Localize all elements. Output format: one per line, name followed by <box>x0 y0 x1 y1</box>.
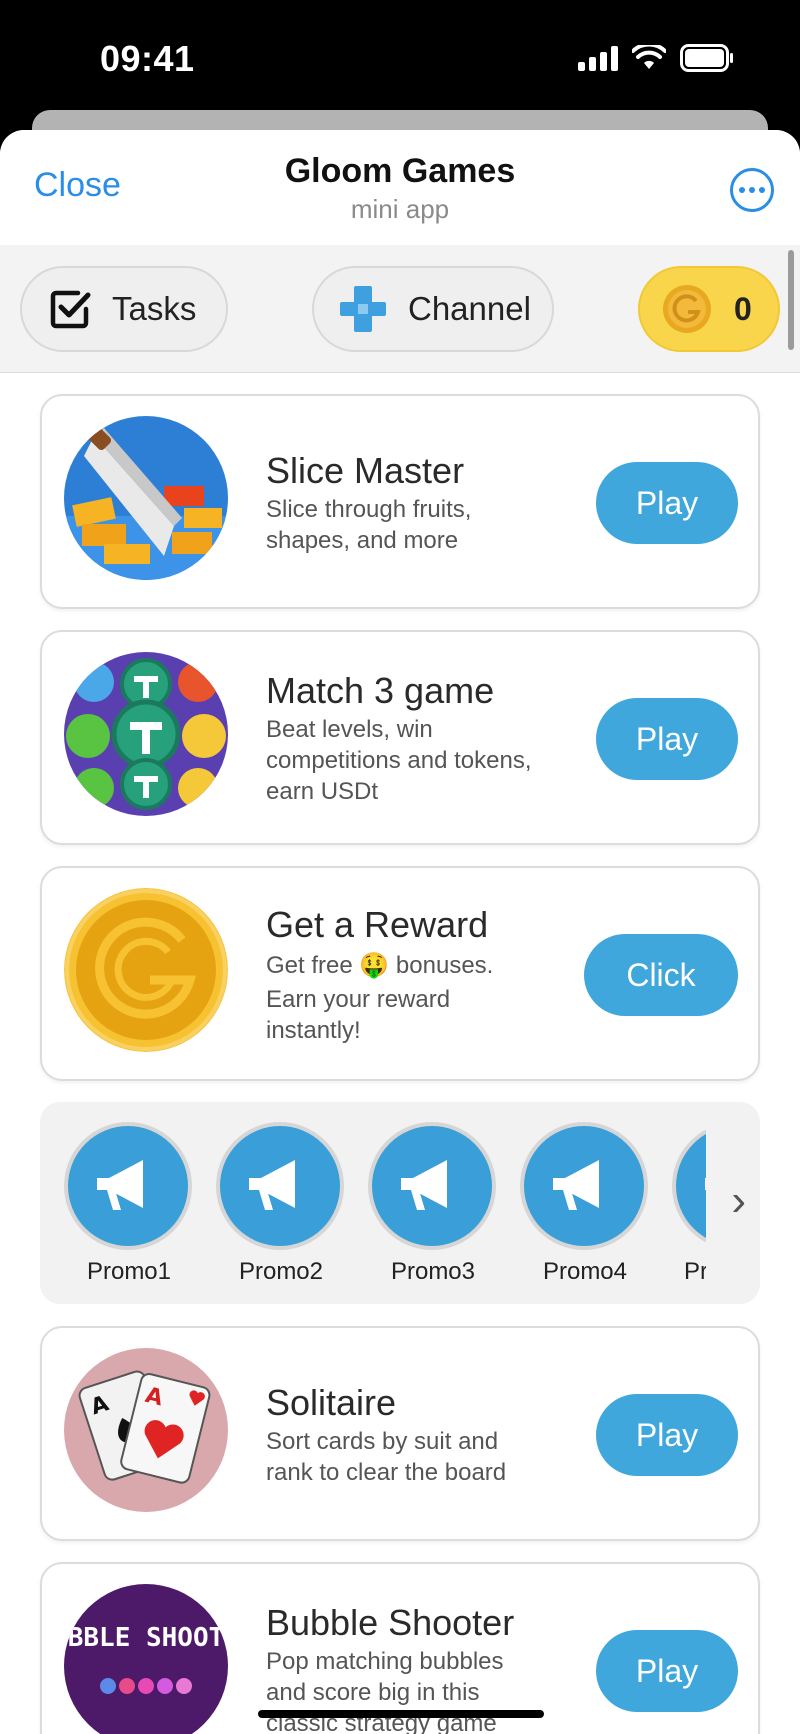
reward-card: Get a Reward Get free 🤑 bonuses. Earn yo… <box>40 866 760 1081</box>
battery-icon <box>680 44 733 72</box>
promo-item[interactable]: Promo4 <box>520 1122 650 1286</box>
promo-label: Promo4 <box>542 1258 628 1285</box>
game-description: Beat levels, win competitions and tokens… <box>266 716 532 805</box>
promo-label: Promo2 <box>238 1258 324 1285</box>
app-title: Gloom Games <box>284 152 516 190</box>
game-title: Solitaire <box>266 1382 397 1423</box>
promo-label: Promo5 <box>684 1258 706 1285</box>
megaphone-icon <box>216 1122 344 1250</box>
cellular-signal-icon <box>578 45 618 71</box>
app-header: Close Gloom Games mini app <box>0 130 800 245</box>
promo-item[interactable]: Promo1 <box>64 1122 194 1286</box>
app-subtitle: mini app <box>350 194 450 224</box>
coin-balance-button[interactable]: 0 <box>638 266 780 352</box>
play-button[interactable]: Play <box>596 1630 738 1712</box>
reward-title: Get a Reward <box>266 904 489 945</box>
status-bar: 09:41 <box>0 0 800 110</box>
mini-app-sheet: Close Gloom Games mini app Tasks Channel… <box>0 130 800 1734</box>
channel-button[interactable]: Channel <box>312 266 554 352</box>
checkbox-icon <box>50 290 91 329</box>
click-button[interactable]: Click <box>584 934 738 1016</box>
status-icons <box>578 44 734 72</box>
chevron-right-icon[interactable]: › <box>731 1176 746 1226</box>
game-description: Pop matching bubbles and score big in th… <box>266 1648 504 1734</box>
gold-coin-icon <box>663 285 711 333</box>
game-card-slice-master: Slice Master Slice through fruits, shape… <box>40 394 760 609</box>
bubble-shooter-logo-text: BUBBLE SHOOTER <box>64 1623 228 1653</box>
game-description: Slice through fruits, shapes, and more <box>266 496 472 554</box>
wifi-icon <box>632 45 666 69</box>
gold-coin-image <box>64 888 228 1052</box>
more-options-button[interactable] <box>730 168 774 212</box>
game-description: Sort cards by suit and rank to clear the… <box>266 1428 507 1486</box>
game-card-solitaire: A A Solitaire Sort cards by suit and ran… <box>40 1326 760 1541</box>
promo-label: Promo1 <box>86 1258 172 1285</box>
match-3-image <box>64 652 228 816</box>
dpad-icon <box>340 286 386 332</box>
megaphone-icon <box>672 1122 706 1250</box>
game-card-bubble-shooter: BUBBLE SHOOTER Bubble Shooter Pop matchi… <box>40 1562 760 1734</box>
channel-label: Channel <box>408 290 531 327</box>
promo-item[interactable]: Promo2 <box>216 1122 346 1286</box>
game-title: Slice Master <box>266 450 465 491</box>
home-indicator[interactable] <box>258 1710 544 1718</box>
play-button[interactable]: Play <box>596 1394 738 1476</box>
reward-description-line1: Get free 🤑 bonuses. <box>266 952 494 979</box>
game-card-match-3: Match 3 game Beat levels, win competitio… <box>40 630 760 845</box>
solitaire-image: A A <box>64 1348 228 1512</box>
play-button[interactable]: Play <box>596 462 738 544</box>
coin-count: 0 <box>734 290 752 327</box>
promo-item[interactable]: Promo5 <box>672 1122 706 1286</box>
scrollbar[interactable] <box>788 250 794 350</box>
promo-item[interactable]: Promo3 <box>368 1122 498 1286</box>
reward-description-line2: Earn your reward instantly! <box>266 986 451 1044</box>
tasks-label: Tasks <box>112 290 197 327</box>
bubble-shooter-image: BUBBLE SHOOTER <box>64 1584 228 1734</box>
game-title: Match 3 game <box>266 670 495 711</box>
megaphone-icon <box>64 1122 192 1250</box>
tasks-button[interactable]: Tasks <box>20 266 228 352</box>
status-time: 09:41 <box>100 38 195 79</box>
game-title: Bubble Shooter <box>266 1602 515 1643</box>
megaphone-icon <box>520 1122 648 1250</box>
megaphone-icon <box>368 1122 496 1250</box>
promo-carousel: Promo1 Promo2 Promo3 Promo4 Promo5 <box>40 1102 760 1304</box>
promo-label: Promo3 <box>390 1258 476 1285</box>
play-button[interactable]: Play <box>596 698 738 780</box>
slice-master-image <box>64 416 228 580</box>
